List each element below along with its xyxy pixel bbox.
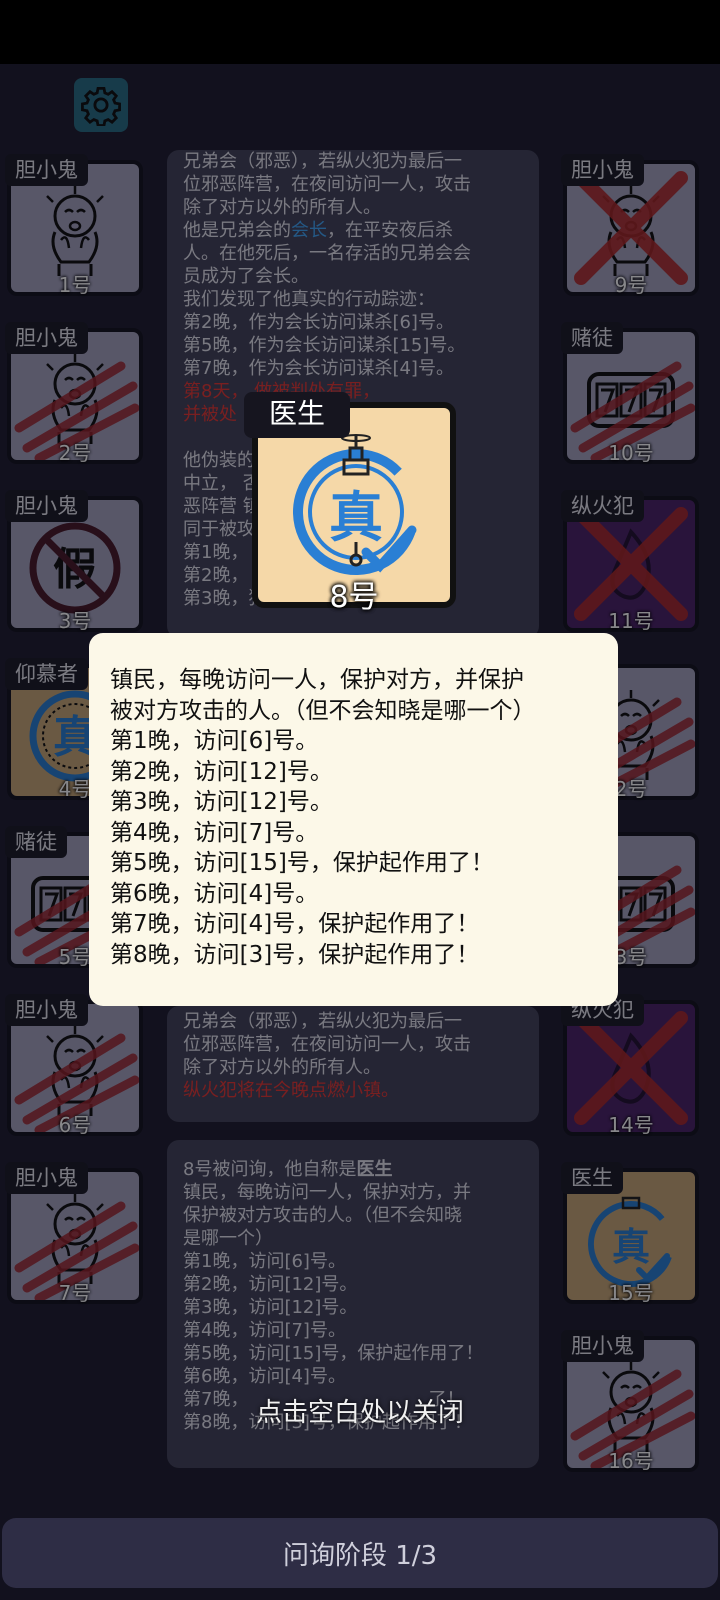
phase-bar: 问询阶段 1/3	[2, 1518, 718, 1588]
tooltip-line: 第8晚，访问[3]号，保护起作用了！	[110, 941, 480, 968]
tooltip-line: 第4晚，访问[7]号。	[110, 819, 319, 846]
close-hint[interactable]: 点击空白处以关闭	[0, 1392, 720, 1429]
selected-player-card: 真 医生 8号	[244, 392, 456, 615]
tooltip-line: 第7晚，访问[4]号，保护起作用了！	[110, 911, 480, 937]
selected-role-label: 医生	[244, 392, 350, 438]
stamp-text: 真	[329, 486, 383, 549]
doctor-true-stamp-icon: 真	[293, 434, 419, 575]
tooltip-line: 第6晚，访问[4]号。	[110, 880, 319, 907]
game-screen: 兄弟会（邪恶），若纵火犯为最后一 位邪恶阵营，在夜间访问一人，攻击 除了对方以外的所…	[0, 0, 720, 1600]
phase-label: 问询阶段 1/3	[282, 1540, 438, 1571]
tooltip-line: 被对方攻击的人。（但不会知晓是哪一个）	[110, 697, 536, 724]
tooltip-line: 第2晚，访问[12]号。	[110, 758, 333, 785]
tooltip-line: 第1晚，访问[6]号。	[110, 728, 319, 754]
tooltip-line: 镇民，每晚访问一人，保护对方，并保护	[110, 667, 524, 693]
role-info-tooltip: 镇民，每晚访问一人，保护对方，并保护 被对方攻击的人。（但不会知晓是哪一个） 第1晚…	[89, 633, 618, 1006]
tooltip-line: 第3晚，访问[12]号。	[110, 789, 333, 815]
selected-number-label: 8号	[329, 580, 379, 615]
status-bar	[0, 0, 720, 64]
tooltip-line: 第5晚，访问[15]号，保护起作用了！	[110, 850, 494, 876]
